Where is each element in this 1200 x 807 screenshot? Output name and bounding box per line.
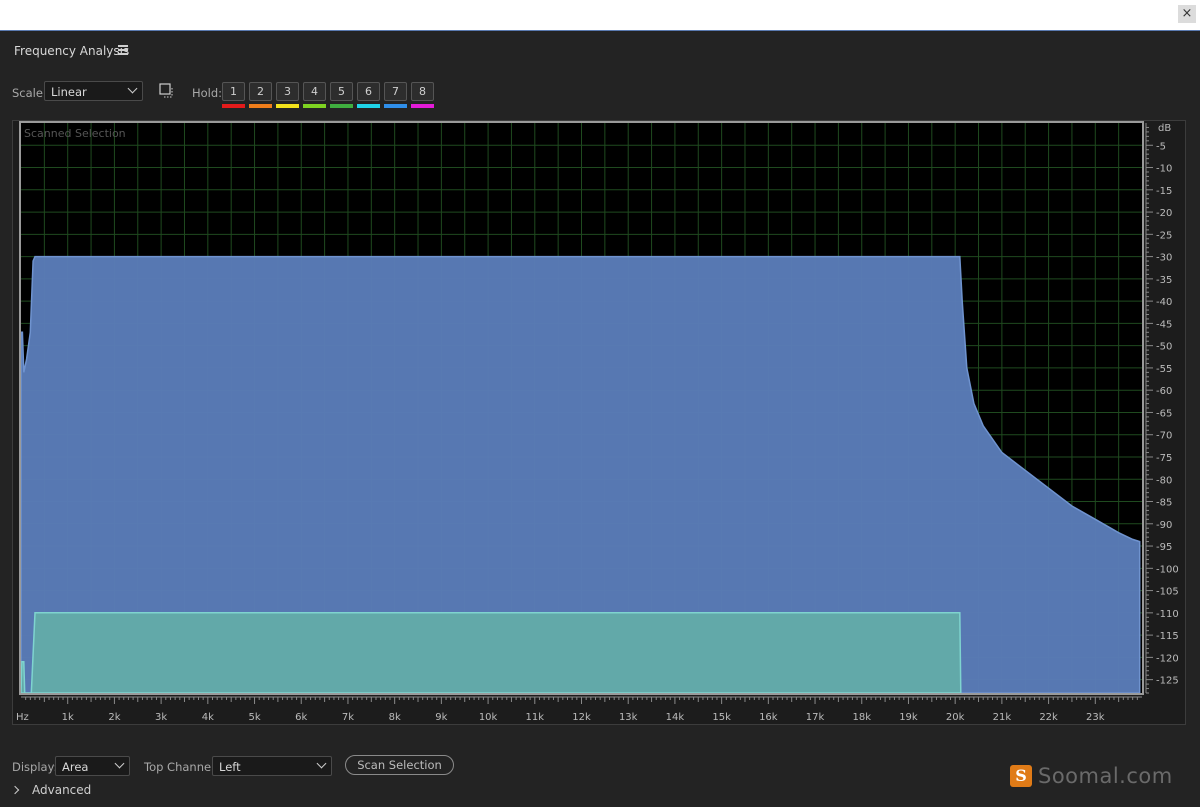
y-tick-label: -60 [1156,386,1172,397]
spectrum-series-area-2 [20,612,962,694]
y-tick-label: -70 [1156,431,1172,442]
x-tick-label: 5k [248,712,260,723]
x-tick-label: 11k [526,712,545,723]
x-tick-label: 16k [759,712,778,723]
y-tick-label: -110 [1156,609,1179,620]
x-tick-label: 12k [572,712,591,723]
y-tick-label: -115 [1156,631,1179,642]
chevron-right-icon [10,785,20,795]
x-tick-label: 20k [946,712,965,723]
x-tick-label: 7k [342,712,354,723]
advanced-toggle[interactable]: Advanced [10,783,92,797]
watermark-text: Soomal.com [1038,764,1173,788]
chevron-down-icon [316,758,327,769]
y-tick-label: -85 [1156,498,1172,509]
x-tick-label: 18k [852,712,871,723]
display-dropdown-value: Area [62,760,89,774]
top-channel-label: Top Channel: [144,760,219,774]
display-dropdown[interactable]: Area [55,756,130,776]
frequency-spectrum-chart[interactable]: Scanned Selection dB -5 -10 -15 -20 -25 -30 -35 -… [0,0,1200,807]
top-channel-dropdown[interactable]: Left [212,756,332,776]
y-tick-label: -80 [1156,475,1172,486]
y-tick-label: -75 [1156,453,1172,464]
x-unit-label: Hz [16,712,29,723]
y-tick-label: -15 [1156,186,1172,197]
x-tick-label: 13k [619,712,638,723]
y-tick-label: -25 [1156,230,1172,241]
top-channel-dropdown-value: Left [219,760,241,774]
y-tick-label: -125 [1156,676,1179,687]
x-tick-label: 1k [62,712,74,723]
x-tick-label: 8k [389,712,401,723]
y-tick-label: -45 [1156,319,1172,330]
y-tick-label: -100 [1156,564,1179,575]
x-tick-label: 21k [993,712,1012,723]
chevron-down-icon [114,758,125,769]
watermark: S Soomal.com [1010,764,1173,788]
y-tick-label: -50 [1156,342,1172,353]
x-tick-label: 15k [712,712,731,723]
y-tick-label: -65 [1156,408,1172,419]
y-tick-label: -10 [1156,164,1172,175]
x-tick-label: 22k [1039,712,1058,723]
y-tick-label: -35 [1156,275,1172,286]
y-tick-label: -105 [1156,587,1179,598]
x-tick-label: 6k [295,712,307,723]
y-tick-label: -20 [1156,208,1172,219]
y-tick-label: -5 [1156,141,1166,152]
advanced-label: Advanced [32,783,92,797]
y-tick-label: -90 [1156,520,1172,531]
chart-title: Scanned Selection [24,127,126,140]
scan-selection-button[interactable]: Scan Selection [345,755,454,775]
y-tick-label: -30 [1156,253,1172,264]
x-tick-label: 17k [806,712,825,723]
y-tick-label: -95 [1156,542,1172,553]
watermark-logo: S [1010,765,1032,787]
x-tick-label: 10k [479,712,498,723]
y-tick-label: -120 [1156,653,1179,664]
x-tick-label: 9k [435,712,447,723]
x-tick-label: 23k [1086,712,1105,723]
x-tick-label: 3k [155,712,167,723]
display-label: Display: [12,760,58,774]
x-tick-label: 19k [899,712,918,723]
x-tick-label: 2k [108,712,120,723]
y-tick-label: -40 [1156,297,1172,308]
x-tick-label: 14k [666,712,685,723]
y-unit-label: dB [1158,123,1171,134]
x-tick-label: 4k [202,712,214,723]
y-tick-label: -55 [1156,364,1172,375]
